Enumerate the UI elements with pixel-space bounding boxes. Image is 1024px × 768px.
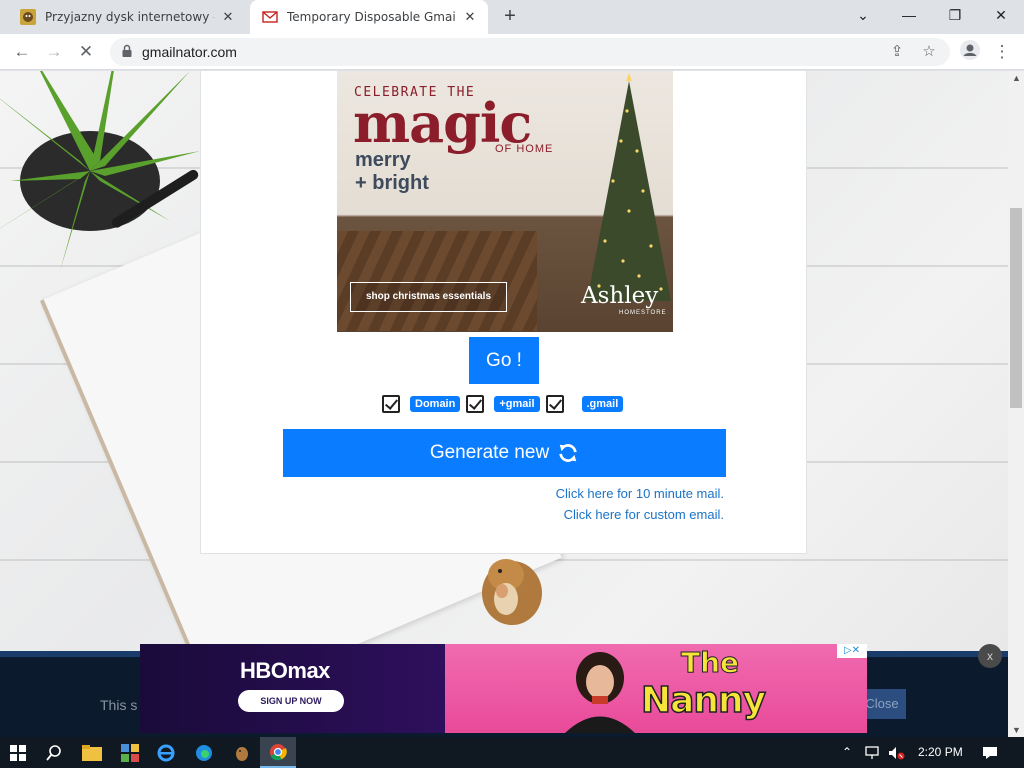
plus-gmail-checkbox[interactable] (466, 395, 485, 413)
profile-avatar[interactable] (958, 40, 982, 64)
shop-christmas-button[interactable]: shop christmas essentials (350, 282, 507, 312)
main-card: CELEBRATE THE magic OF HOME merry + brig… (200, 71, 807, 554)
scroll-down-arrow-icon[interactable]: ▼ (1012, 725, 1021, 735)
restore-button[interactable]: ❐ (932, 0, 978, 30)
file-explorer-icon[interactable] (80, 741, 104, 765)
windows-taskbar: ⌃ 2:20 PM (0, 737, 1024, 768)
volume-muted-icon[interactable] (888, 737, 906, 768)
ad-cabinet-image (337, 231, 537, 331)
minimize-button[interactable]: — (886, 0, 932, 30)
domain-badge: Domain (410, 396, 461, 412)
address-bar[interactable]: gmailnator.com ⇪ ☆ (110, 38, 950, 66)
tab-close-icon[interactable]: ✕ (220, 9, 236, 25)
forward-button[interactable]: → (42, 40, 66, 64)
the-nanny-title-name: Nanny (640, 679, 767, 722)
internet-explorer-icon[interactable] (154, 741, 178, 765)
ad-bright-text: + bright (355, 172, 429, 194)
sign-up-now-button[interactable]: SIGN UP NOW (238, 690, 344, 712)
browser-toolbar: ← → ✕ gmailnator.com ⇪ ☆ ⋮ (0, 34, 1024, 70)
go-button[interactable]: Go ! (469, 337, 539, 384)
hamster-image (482, 559, 542, 625)
edge-icon[interactable] (192, 741, 216, 765)
hbomax-panel: HBOmax SIGN UP NOW (140, 644, 445, 733)
app-hamster-icon[interactable] (230, 741, 254, 765)
url-text[interactable]: gmailnator.com (142, 44, 237, 60)
dot-gmail-badge: .gmail (581, 396, 624, 412)
refresh-icon (559, 444, 577, 462)
email-options-row: Domain +gmail .gmail (382, 394, 629, 414)
network-icon[interactable] (864, 737, 882, 768)
back-button[interactable]: ← (10, 40, 34, 64)
tab-strip: Przyjazny dysk internetowy - Cho ✕ Tempo… (0, 0, 1024, 34)
stop-loading-button[interactable]: ✕ (74, 40, 98, 64)
share-icon[interactable]: ⇪ (886, 41, 908, 63)
ashley-ad-banner[interactable]: CELEBRATE THE magic OF HOME merry + brig… (337, 71, 673, 332)
tab-title: Temporary Disposable Gmail | Te (287, 10, 456, 24)
the-nanny-title-the: The (680, 646, 740, 680)
hbomax-logo: HBOmax (240, 658, 330, 683)
page-viewport: CELEBRATE THE magic OF HOME merry + brig… (0, 71, 1008, 737)
show-hidden-icons-chevron-icon[interactable]: ⌃ (842, 737, 852, 768)
bookmark-star-icon[interactable]: ☆ (918, 41, 940, 63)
ashley-logo: Ashley (581, 283, 659, 309)
windows-start-icon[interactable] (6, 741, 30, 765)
custom-email-link[interactable]: Click here for custom email. (564, 507, 724, 522)
search-icon[interactable] (42, 741, 66, 765)
clock-time[interactable]: 2:20 PM (918, 737, 963, 768)
lock-icon[interactable] (120, 44, 134, 58)
scroll-up-arrow-icon[interactable]: ▲ (1012, 73, 1021, 83)
close-window-button[interactable]: ✕ (978, 0, 1024, 30)
hbomax-ad-banner[interactable]: HBOmax SIGN UP NOW The Nanny ▷✕ (140, 644, 867, 733)
close-ad-button[interactable]: x (978, 644, 1002, 668)
the-nanny-panel: The Nanny (445, 644, 867, 733)
scrollbar-thumb[interactable] (1010, 208, 1022, 408)
page-scrollbar[interactable]: ▲ ▼ (1008, 71, 1024, 737)
tab-gmailnator[interactable]: Temporary Disposable Gmail | Te ✕ (250, 0, 488, 34)
browser-menu-icon[interactable]: ⋮ (990, 40, 1014, 64)
domain-checkbox[interactable] (382, 395, 400, 413)
ten-minute-mail-link[interactable]: Click here for 10 minute mail. (556, 486, 724, 501)
cookie-text: This s (100, 697, 138, 713)
tab-close-icon[interactable]: ✕ (462, 9, 478, 25)
chomikuj-favicon-icon (20, 9, 36, 25)
actress-image (565, 652, 635, 733)
chrome-taskbar-icon[interactable] (260, 737, 296, 768)
tab-przyjazny-dysk[interactable]: Przyjazny dysk internetowy - Cho ✕ (8, 0, 246, 34)
ad-of-home-text: OF HOME (495, 143, 554, 155)
adchoices-icon[interactable]: ▷✕ (837, 644, 867, 658)
control-panel-icon[interactable] (118, 741, 142, 765)
tab-title: Przyjazny dysk internetowy - Cho (45, 10, 214, 24)
ad-merry-text: merry (355, 149, 411, 171)
gmail-favicon-icon (262, 9, 278, 25)
ashley-homestore-text: HOMESTORE (619, 310, 667, 316)
generate-new-button[interactable]: Generate new (283, 429, 726, 477)
notifications-icon[interactable] (982, 737, 998, 768)
new-tab-button[interactable]: + (498, 5, 522, 29)
dot-gmail-checkbox[interactable] (545, 395, 564, 413)
generate-new-label: Generate new (429, 442, 550, 463)
plus-gmail-badge: +gmail (494, 396, 540, 412)
tab-search-button[interactable]: ⌄ (840, 0, 886, 30)
